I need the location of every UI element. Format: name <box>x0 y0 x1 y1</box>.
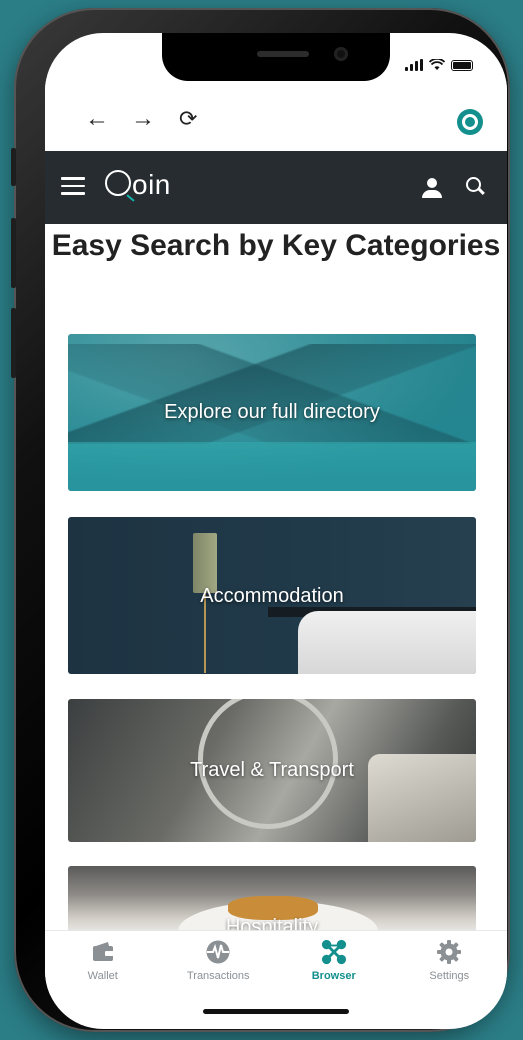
app-header: oin <box>45 151 507 224</box>
transactions-icon <box>205 939 231 965</box>
lake-image <box>68 442 476 491</box>
category-label: Explore our full directory <box>164 401 380 423</box>
front-camera <box>334 47 348 61</box>
notch <box>162 33 390 81</box>
gear-icon <box>436 939 462 965</box>
logo-text: oin <box>132 169 171 200</box>
screen: ← → ⟳ oin Easy Search by Key Categories … <box>45 33 507 1029</box>
page-title: Easy Search by Key Categories <box>51 229 501 262</box>
category-label: Hospitality <box>225 916 319 930</box>
main-content: Easy Search by Key Categories Explore ou… <box>45 224 507 930</box>
browser-icon <box>321 939 347 965</box>
wifi-icon <box>429 59 445 70</box>
qoin-logo-icon[interactable] <box>457 109 483 135</box>
category-label: Accommodation <box>200 585 344 607</box>
search-icon[interactable] <box>466 177 488 199</box>
category-card-hospitality[interactable]: Hospitality <box>68 866 476 930</box>
tab-browser[interactable]: Browser <box>276 931 392 996</box>
browser-toolbar: ← → ⟳ <box>45 81 507 151</box>
tab-transactions[interactable]: Transactions <box>161 931 277 996</box>
battery-icon <box>451 59 473 71</box>
arrow-left-icon[interactable]: ← <box>85 107 109 131</box>
bottom-tab-bar: Wallet Transactions Browser Settings <box>45 930 507 996</box>
home-indicator[interactable] <box>203 1009 349 1014</box>
wallet-icon <box>90 939 116 965</box>
tab-wallet[interactable]: Wallet <box>45 931 161 996</box>
tab-label: Transactions <box>186 970 250 982</box>
logo-q-mark <box>105 170 131 196</box>
signal-icon <box>405 59 423 71</box>
volume-down-button <box>11 308 16 378</box>
user-icon[interactable] <box>421 178 443 198</box>
reload-icon[interactable]: ⟳ <box>179 107 197 131</box>
hamburger-icon[interactable] <box>61 177 85 195</box>
category-card-travel[interactable]: Travel & Transport <box>68 699 476 842</box>
tab-label: Browser <box>311 970 356 982</box>
lamp-image <box>193 533 217 593</box>
volume-up-button <box>11 218 16 288</box>
mountain-image <box>68 344 476 444</box>
tab-label: Wallet <box>87 970 118 982</box>
arrow-right-icon[interactable]: → <box>131 107 155 131</box>
mute-switch <box>11 148 16 186</box>
phone-frame: ← → ⟳ oin Easy Search by Key Categories … <box>11 8 510 1032</box>
tab-label: Settings <box>429 970 470 982</box>
category-card-accommodation[interactable]: Accommodation <box>68 517 476 674</box>
status-indicators <box>405 59 473 71</box>
pillow-image <box>298 611 476 674</box>
category-card-directory[interactable]: Explore our full directory <box>68 334 476 491</box>
tab-settings[interactable]: Settings <box>392 931 508 996</box>
category-label: Travel & Transport <box>190 759 354 781</box>
speaker <box>257 51 309 57</box>
brand-logo[interactable]: oin <box>105 169 171 201</box>
